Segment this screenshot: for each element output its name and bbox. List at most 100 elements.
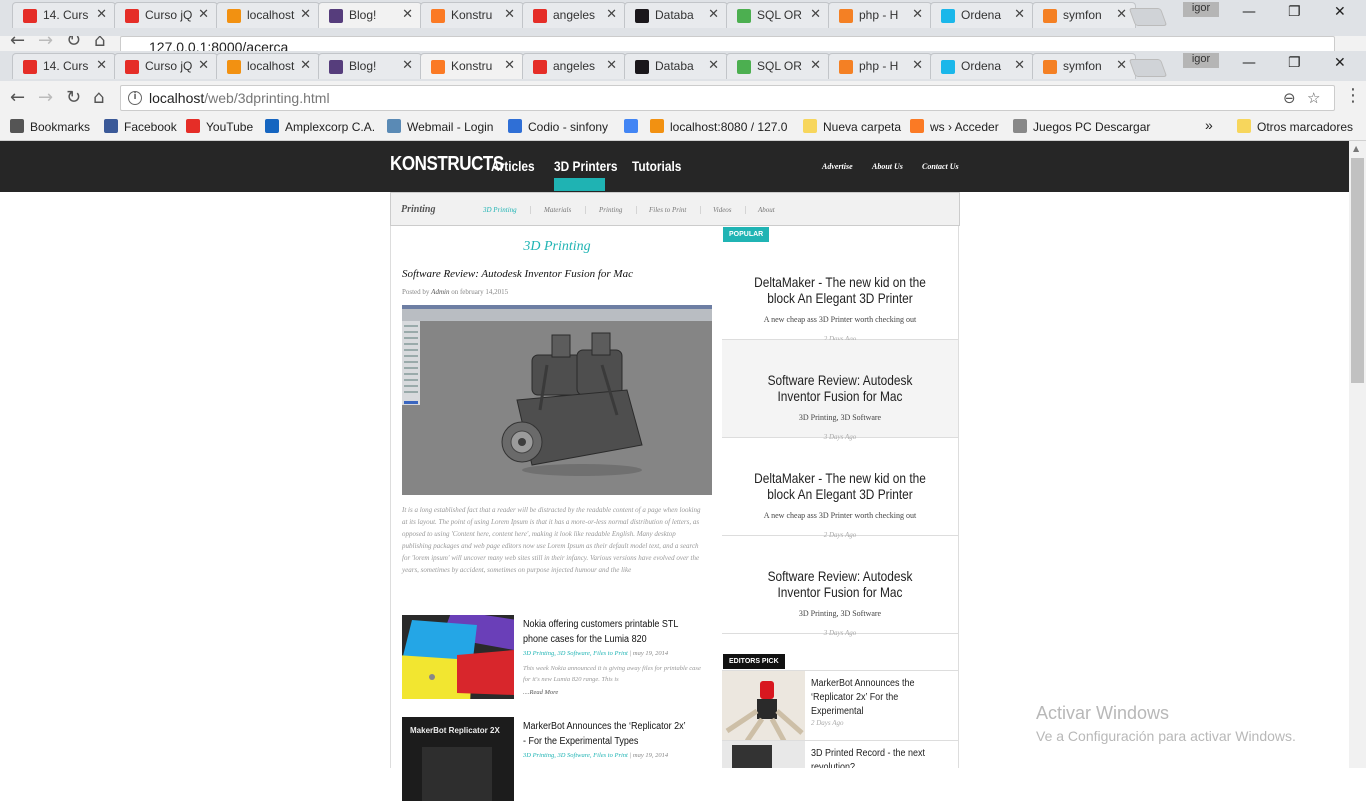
card-thumbnail[interactable]: MakerBot Replicator 2X <box>402 717 514 801</box>
browser-tab[interactable]: Blog! ✕ <box>318 53 422 79</box>
close-tab-icon[interactable]: ✕ <box>1014 6 1025 22</box>
bookmark-item[interactable]: localhost:8080 / 127.0 <box>650 119 787 134</box>
browser-tab[interactable]: Databa ✕ <box>624 53 728 79</box>
close-tab-icon[interactable]: ✕ <box>300 57 311 73</box>
site-logo[interactable]: KONSTRUCTS <box>390 153 504 176</box>
browser-tab[interactable]: localhost ✕ <box>216 2 320 28</box>
editors-pick-item[interactable]: MarkerBot Announces the ‘Replicator 2x’ … <box>722 670 958 741</box>
card-title[interactable]: MarkerBot Announces the ‘Replicator 2x’ … <box>523 719 690 749</box>
popular-item[interactable]: Software Review: Autodesk Inventor Fusio… <box>722 536 958 637</box>
bookmarks-overflow-icon[interactable]: » <box>1205 117 1213 133</box>
subnav-about[interactable]: About <box>758 206 775 214</box>
reload-icon[interactable]: ↻ <box>66 36 81 51</box>
subnav-3d-printing[interactable]: 3D Printing <box>483 206 517 214</box>
close-tab-icon[interactable]: ✕ <box>912 57 923 73</box>
contact-us-link[interactable]: Contact Us <box>922 162 959 171</box>
close-tab-icon[interactable]: ✕ <box>300 6 311 22</box>
restore-icon[interactable]: ❐ <box>1288 55 1301 71</box>
nav-articles[interactable]: Articles <box>491 158 535 174</box>
bookmark-item[interactable]: ws › Acceder <box>910 119 999 134</box>
page-scrollbar[interactable]: ▲ <box>1349 141 1366 768</box>
bookmark-item[interactable]: YouTube <box>186 119 253 134</box>
editors-pick-item[interactable]: 3D Printed Record - the next revolution? <box>722 740 958 768</box>
bookmark-star-icon[interactable]: ☆ <box>1307 89 1320 107</box>
subnav-videos[interactable]: Videos <box>713 206 732 214</box>
bookmark-item[interactable]: Bookmarks <box>10 119 90 134</box>
nav-tutorials[interactable]: Tutorials <box>632 158 681 174</box>
restore-icon[interactable]: ❐ <box>1288 4 1301 20</box>
popular-item[interactable]: DeltaMaker - The new kid on the block An… <box>722 242 958 343</box>
popular-title[interactable]: Software Review: Autodesk Inventor Fusio… <box>748 568 932 600</box>
close-tab-icon[interactable]: ✕ <box>1116 6 1127 22</box>
close-tab-icon[interactable]: ✕ <box>402 57 413 73</box>
browser-tab[interactable]: 14. Curs ✕ <box>12 2 116 28</box>
card-categories[interactable]: 3D Printing, 3D Software, Files to Print <box>523 650 628 657</box>
bookmark-item[interactable]: Codio - sinfony <box>508 119 608 134</box>
browser-tab[interactable]: angeles ✕ <box>522 53 626 79</box>
browser-tab[interactable]: php - H ✕ <box>828 2 932 28</box>
close-tab-icon[interactable]: ✕ <box>708 6 719 22</box>
popular-title[interactable]: Software Review: Autodesk Inventor Fusio… <box>748 372 932 404</box>
card-thumbnail[interactable] <box>402 615 514 699</box>
close-tab-icon[interactable]: ✕ <box>402 6 413 22</box>
close-tab-icon[interactable]: ✕ <box>912 6 923 22</box>
post-author[interactable]: Admin <box>431 288 449 296</box>
bookmark-item[interactable]: Amplexcorp C.A. <box>265 119 375 134</box>
subnav-files-to-print[interactable]: Files to Print <box>649 206 686 214</box>
browser-tab[interactable]: SQL OR ✕ <box>726 2 830 28</box>
close-tab-icon[interactable]: ✕ <box>1014 57 1025 73</box>
close-window-icon[interactable]: ✕ <box>1334 55 1346 71</box>
bookmark-item[interactable] <box>624 119 644 134</box>
profile-badge[interactable]: igor <box>1183 2 1219 17</box>
url-input[interactable]: i localhost/web/3dprinting.html ⊖ ☆ <box>120 85 1335 111</box>
editors-thumbnail[interactable] <box>722 671 805 741</box>
browser-tab[interactable]: Databa ✕ <box>624 2 728 28</box>
minimize-icon[interactable]: — <box>1242 4 1256 20</box>
close-tab-icon[interactable]: ✕ <box>96 6 107 22</box>
editors-title[interactable]: 3D Printed Record - the next revolution? <box>811 747 942 768</box>
advertise-link[interactable]: Advertise <box>822 162 853 171</box>
popular-title[interactable]: DeltaMaker - The new kid on the block An… <box>748 470 932 502</box>
back-arrow-icon[interactable]: ← <box>10 36 25 51</box>
article-card[interactable]: MakerBot Replicator 2X MarkerBot Announc… <box>402 717 712 801</box>
subnav-materials[interactable]: Materials <box>544 206 571 214</box>
minimize-icon[interactable]: — <box>1242 55 1256 71</box>
bookmark-item[interactable]: Facebook <box>104 119 177 134</box>
browser-tab[interactable]: SQL OR ✕ <box>726 53 830 79</box>
info-icon[interactable]: i <box>128 91 142 105</box>
browser-tab[interactable]: angeles ✕ <box>522 2 626 28</box>
browser-tab[interactable]: 14. Curs ✕ <box>12 53 116 79</box>
about-us-link[interactable]: About Us <box>872 162 903 171</box>
close-tab-icon[interactable]: ✕ <box>198 6 209 22</box>
background-url-box[interactable]: 127.0.0.1:8000/acerca <box>120 36 1335 51</box>
home-icon[interactable]: ⌂ <box>93 87 104 108</box>
close-window-icon[interactable]: ✕ <box>1334 4 1346 20</box>
close-tab-icon[interactable]: ✕ <box>606 57 617 73</box>
scrollbar-thumb[interactable] <box>1351 158 1364 383</box>
close-tab-icon[interactable]: ✕ <box>708 57 719 73</box>
browser-tab[interactable]: symfon ✕ <box>1032 2 1136 28</box>
browser-tab[interactable]: php - H ✕ <box>828 53 932 79</box>
close-tab-icon[interactable]: ✕ <box>504 6 515 22</box>
editors-title[interactable]: MarkerBot Announces the ‘Replicator 2x’ … <box>811 677 942 719</box>
close-tab-icon[interactable]: ✕ <box>198 57 209 73</box>
back-arrow-icon[interactable]: ← <box>10 87 25 108</box>
nav-3d-printers[interactable]: 3D Printers <box>554 158 617 174</box>
subnav-printing[interactable]: Printing <box>599 206 622 214</box>
forward-arrow-icon[interactable]: → <box>38 36 53 51</box>
popular-item[interactable]: DeltaMaker - The new kid on the block An… <box>722 438 958 539</box>
browser-tab[interactable]: localhost ✕ <box>216 53 320 79</box>
card-categories[interactable]: 3D Printing, 3D Software, Files to Print <box>523 752 628 759</box>
browser-tab[interactable]: Blog! ✕ <box>318 2 422 28</box>
card-title[interactable]: Nokia offering customers printable STL p… <box>523 617 690 647</box>
close-tab-icon[interactable]: ✕ <box>504 57 515 73</box>
browser-tab[interactable]: symfon ✕ <box>1032 53 1136 79</box>
zoom-icon[interactable]: ⊖ <box>1283 89 1296 107</box>
browser-tab[interactable]: Konstru ✕ <box>420 53 524 79</box>
menu-icon[interactable]: ⋮ <box>1344 85 1362 106</box>
forward-arrow-icon[interactable]: → <box>38 87 53 108</box>
popular-title[interactable]: DeltaMaker - The new kid on the block An… <box>748 274 932 306</box>
browser-tab[interactable]: Curso jQ ✕ <box>114 53 218 79</box>
article-card[interactable]: Nokia offering customers printable STL p… <box>402 615 712 699</box>
browser-tab[interactable]: Konstru ✕ <box>420 2 524 28</box>
